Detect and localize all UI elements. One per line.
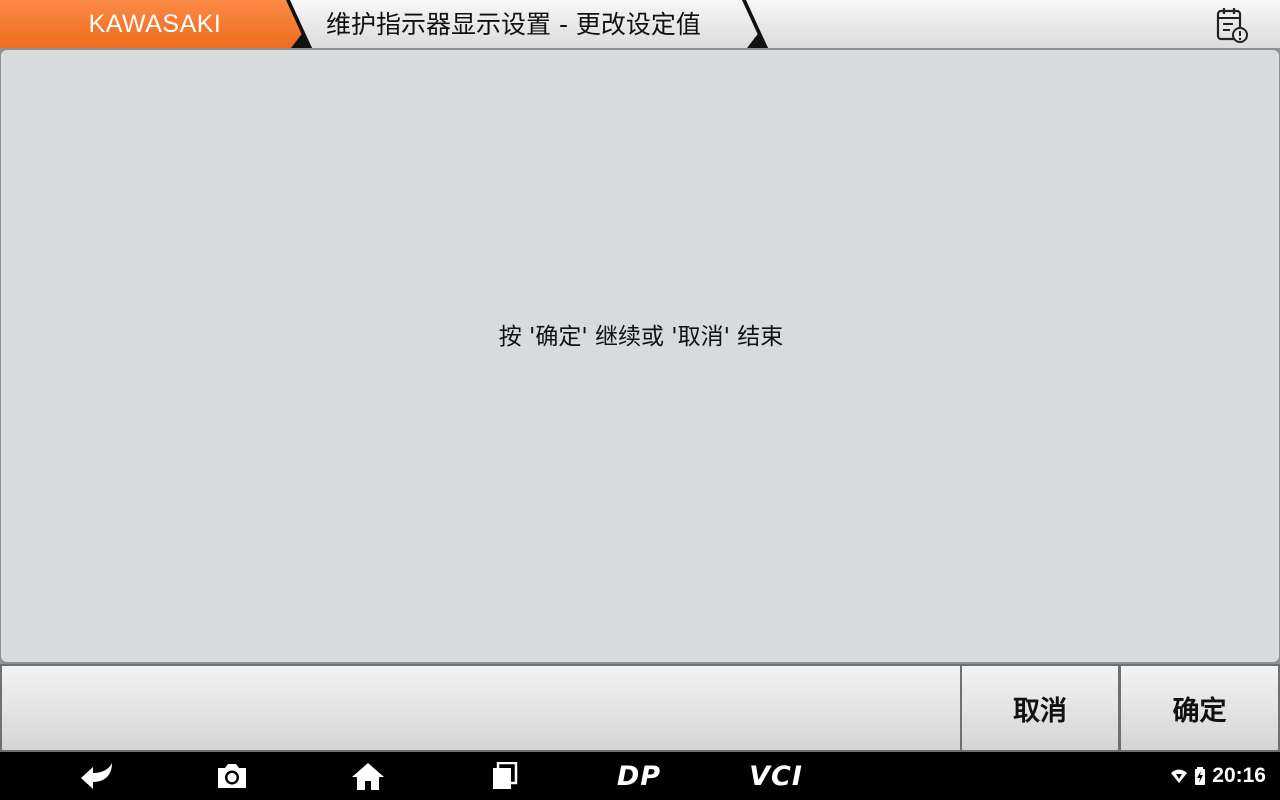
dp-icon: DP [616, 760, 662, 792]
screenshot-button[interactable] [212, 752, 252, 800]
confirm-button[interactable]: 确定 [1121, 666, 1278, 750]
back-icon [81, 763, 112, 789]
recent-apps-button[interactable] [486, 752, 522, 800]
footer-bar: 取消 确定 [0, 664, 1280, 752]
report-button[interactable] [1210, 4, 1252, 46]
screen: KAWASAKI 维护指示器显示设置 - 更改设定值 按 '确定' 继续或 '取… [0, 0, 1280, 800]
clock: 20:16 [1212, 764, 1266, 787]
instruction-message: 按 '确定' 继续或 '取消' 结束 [498, 324, 784, 350]
brand-label: KAWASAKI [88, 10, 222, 38]
breadcrumb-separator [742, 0, 768, 48]
home-icon [352, 763, 384, 790]
recent-apps-icon [493, 762, 518, 789]
status-area: 20:16 [1170, 752, 1266, 800]
system-navbar: DP VCI 20:16 [0, 752, 1280, 800]
cancel-button[interactable]: 取消 [962, 666, 1118, 750]
home-button[interactable] [348, 752, 388, 800]
battery-charging-icon [1195, 767, 1206, 785]
vci-icon: VCI [749, 760, 803, 792]
message-panel: 按 '确定' 继续或 '取消' 结束 [1, 50, 1279, 662]
page-title: 维护指示器显示设置 - 更改设定值 [326, 10, 701, 39]
breadcrumb-separator [286, 0, 312, 48]
camera-icon [218, 764, 246, 788]
calendar-alert-icon [1216, 8, 1248, 43]
brand-tab[interactable]: KAWASAKI [0, 0, 312, 48]
footer-empty-area [2, 666, 960, 750]
vci-button[interactable]: VCI [742, 752, 810, 800]
header-bar: KAWASAKI 维护指示器显示设置 - 更改设定值 [0, 0, 1280, 48]
dp-button[interactable]: DP [608, 752, 670, 800]
back-button[interactable] [74, 752, 120, 800]
wifi-icon [1171, 769, 1188, 783]
main-frame: 按 '确定' 继续或 '取消' 结束 [0, 48, 1280, 664]
